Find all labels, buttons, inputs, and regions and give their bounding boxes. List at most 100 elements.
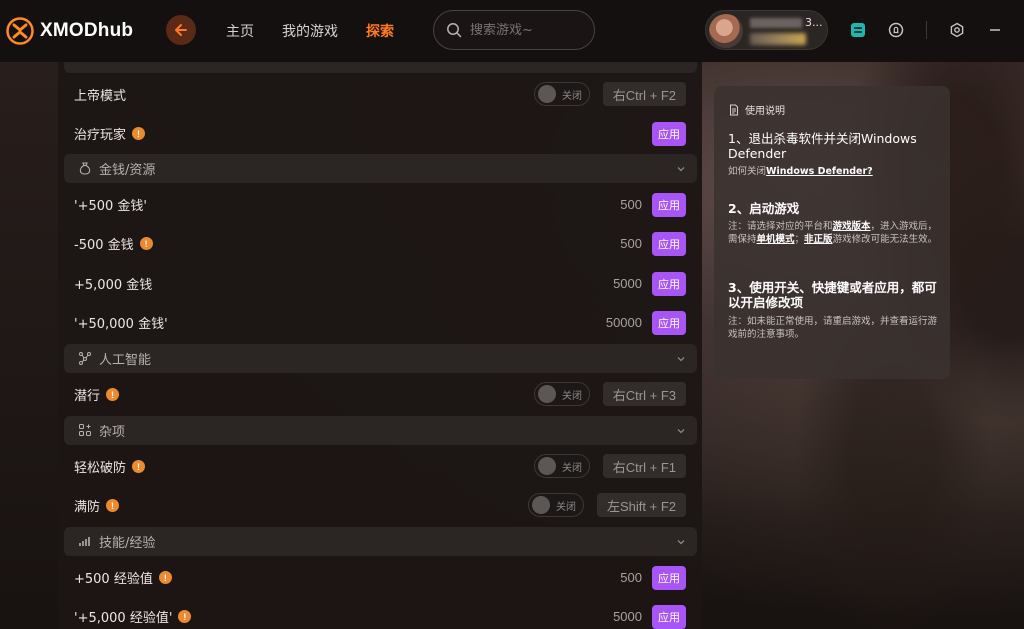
- money-3-apply-button[interactable]: 应用: [652, 272, 686, 296]
- toggle-knob: [532, 496, 550, 514]
- cheat-row-exp-2: '+5,000 经验值' ! 5000 应用: [58, 597, 702, 629]
- windows-defender-link[interactable]: Windows Defender?: [766, 166, 873, 177]
- cheat-row-god-mode: 上帝模式 关闭 右Ctrl + F2: [58, 75, 702, 114]
- list-app-icon: [851, 23, 865, 37]
- window-controls: [848, 20, 1024, 40]
- cheat-row-full-defense: 满防 ! 关闭 左Shift + F2: [58, 486, 702, 525]
- cheat-label: -500 金钱 !: [74, 234, 153, 253]
- search-input[interactable]: [470, 22, 580, 38]
- stealth-hotkey[interactable]: 右Ctrl + F3: [602, 382, 686, 406]
- toggle-label: 关闭: [562, 91, 582, 102]
- bell-icon: [888, 22, 904, 38]
- god-mode-hotkey[interactable]: 右Ctrl + F2: [602, 82, 686, 106]
- god-mode-toggle[interactable]: 关闭: [534, 82, 590, 106]
- avatar: [709, 14, 743, 48]
- info-icon[interactable]: !: [106, 388, 120, 401]
- user-profile[interactable]: 3...: [705, 10, 828, 50]
- toggle-label: 关闭: [556, 502, 576, 513]
- exp-1-apply-button[interactable]: 应用: [652, 566, 686, 590]
- nav-home[interactable]: 主页: [226, 21, 254, 41]
- money-2-apply-button[interactable]: 应用: [652, 232, 686, 256]
- chevron-down-icon: [677, 540, 685, 545]
- cheat-label: +5,000 金钱: [74, 278, 153, 293]
- info-icon[interactable]: !: [178, 610, 192, 623]
- step1-title: 1、退出杀毒软件并关闭Windows Defender: [728, 131, 917, 161]
- user-membership-redacted: [750, 33, 806, 45]
- instructions-card: 使用说明 1、退出杀毒软件并关闭Windows Defender 如何关闭Win…: [714, 86, 950, 379]
- section-label: 人工智能: [99, 353, 152, 368]
- section-label: 金钱/资源: [99, 163, 156, 178]
- info-icon[interactable]: !: [139, 237, 153, 250]
- cheat-label: '+500 金钱': [74, 199, 147, 214]
- bar-chart-icon: [79, 537, 90, 546]
- cheat-value[interactable]: 5000: [613, 276, 642, 291]
- instructions-title: 使用说明: [728, 102, 785, 117]
- money-4-apply-button[interactable]: 应用: [652, 311, 686, 335]
- money-bag-icon: [79, 162, 91, 175]
- cheat-row-money-2: -500 金钱 ! 500 应用: [58, 224, 702, 263]
- easy-break-hotkey[interactable]: 右Ctrl + F1: [602, 454, 686, 478]
- minimize-icon: [990, 29, 1000, 31]
- step2-title: 2、启动游戏: [728, 201, 800, 216]
- cheat-row-money-1: '+500 金钱' 500 应用: [58, 185, 702, 224]
- money-1-apply-button[interactable]: 应用: [652, 193, 686, 217]
- cheat-label: +500 经验值 !: [74, 568, 172, 587]
- section-misc[interactable]: 杂项: [64, 416, 697, 445]
- info-icon[interactable]: !: [158, 571, 172, 584]
- search-box[interactable]: [433, 10, 595, 50]
- single-player-link[interactable]: 单机模式: [757, 234, 795, 245]
- non-genuine-link[interactable]: 非正版: [804, 234, 833, 245]
- app-logo[interactable]: XMODhub: [6, 17, 133, 45]
- stealth-toggle[interactable]: 关闭: [534, 382, 590, 406]
- back-button[interactable]: [166, 15, 196, 45]
- cheat-label: '+50,000 金钱': [74, 317, 168, 332]
- settings-icon: [950, 22, 964, 38]
- cheat-row-stealth: 潜行 ! 关闭 右Ctrl + F3: [58, 375, 702, 414]
- chevron-down-icon: [677, 167, 685, 172]
- cheat-row-money-4: '+50,000 金钱' 50000 应用: [58, 303, 702, 342]
- info-icon[interactable]: !: [106, 499, 120, 512]
- search-icon: [447, 23, 462, 38]
- notification-button[interactable]: [886, 20, 906, 40]
- step3-note: 注：如未能正常使用，请重启游戏，并查看运行游戏前的注意事项。: [728, 316, 938, 340]
- heal-player-apply-button[interactable]: 应用: [652, 122, 686, 146]
- settings-button[interactable]: [947, 20, 967, 40]
- cheat-label: '+5,000 经验值' !: [74, 607, 192, 626]
- info-icon[interactable]: !: [132, 460, 146, 473]
- document-icon: [730, 104, 738, 115]
- xmodhub-logo-icon: [6, 17, 34, 45]
- nav-my-games[interactable]: 我的游戏: [282, 21, 338, 41]
- cheat-row-exp-1: +500 经验值 ! 500 应用: [58, 558, 702, 597]
- section-ai[interactable]: 人工智能: [64, 344, 697, 373]
- info-icon[interactable]: !: [132, 127, 146, 140]
- game-version-link[interactable]: 游戏版本: [833, 221, 871, 232]
- cheat-value[interactable]: 50000: [606, 315, 642, 330]
- minimize-button[interactable]: [985, 20, 1005, 40]
- cheat-value[interactable]: 500: [620, 236, 642, 251]
- toggle-knob: [538, 385, 556, 403]
- section-skills-exp[interactable]: 技能/经验: [64, 527, 697, 556]
- chevron-down-icon: [677, 429, 685, 434]
- chevron-down-icon: [677, 357, 685, 362]
- main-nav: 主页 我的游戏 探索: [226, 21, 394, 41]
- nav-explore[interactable]: 探索: [366, 21, 394, 41]
- section-money[interactable]: 金钱/资源: [64, 154, 697, 183]
- step2-note: 注：请选择对应的平台和游戏版本，进入游戏后，需保持单机模式；非正版游戏修改可能无…: [728, 221, 938, 245]
- toggle-label: 关闭: [562, 391, 582, 402]
- username-suffix: 3...: [805, 16, 823, 29]
- ai-network-icon: [79, 352, 91, 365]
- cheat-label: 上帝模式: [74, 89, 127, 104]
- list-app-button[interactable]: [848, 20, 868, 40]
- exp-2-apply-button[interactable]: 应用: [652, 605, 686, 629]
- full-defense-hotkey[interactable]: 左Shift + F2: [597, 493, 686, 517]
- misc-grid-icon: [79, 424, 91, 436]
- cheat-value[interactable]: 5000: [613, 609, 642, 624]
- full-defense-toggle[interactable]: 关闭: [528, 493, 584, 517]
- cheat-value[interactable]: 500: [620, 197, 642, 212]
- section-label: 技能/经验: [99, 536, 156, 551]
- cheat-label: 满防 !: [74, 496, 120, 515]
- top-bar: XMODhub 主页 我的游戏 探索 3...: [0, 0, 1024, 62]
- cheat-label: 潜行 !: [74, 385, 120, 404]
- easy-break-toggle[interactable]: 关闭: [534, 454, 590, 478]
- cheat-value[interactable]: 500: [620, 570, 642, 585]
